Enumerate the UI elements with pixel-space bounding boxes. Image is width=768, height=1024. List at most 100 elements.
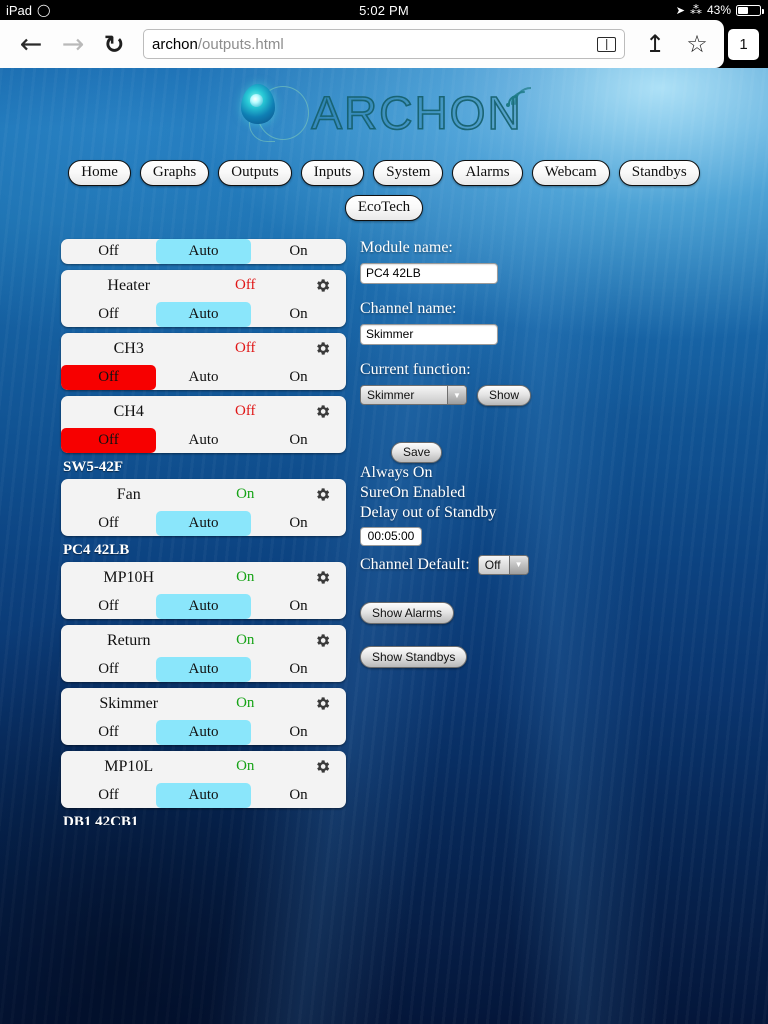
output-mode-off-button[interactable]: Off: [61, 302, 156, 327]
nav-item-inputs[interactable]: Inputs: [300, 160, 365, 186]
save-button[interactable]: Save: [391, 441, 443, 463]
output-mode-auto-button[interactable]: Auto: [156, 510, 251, 536]
primary-nav: Home Graphs Outputs Inputs System Alarms…: [0, 160, 768, 186]
output-mode-on-button[interactable]: On: [251, 720, 346, 745]
nav-item-graphs[interactable]: Graphs: [139, 160, 210, 186]
output-mode-segmented-control: Off Auto On: [61, 301, 346, 327]
output-card: CH4 Off Off Auto On: [61, 395, 346, 453]
output-mode-off-button[interactable]: Off: [61, 511, 156, 536]
nav-item-system[interactable]: System: [373, 160, 444, 186]
forward-arrow-icon[interactable]: →: [52, 24, 94, 64]
output-channel-name: CH4: [113, 402, 144, 420]
output-mode-on-button[interactable]: On: [251, 428, 346, 453]
share-icon[interactable]: ↥: [634, 24, 676, 64]
nav-item-ecotech[interactable]: EcoTech: [344, 194, 424, 221]
output-mode-on-button[interactable]: On: [251, 239, 346, 264]
channel-default-label: Channel Default:: [360, 555, 470, 573]
output-channel-name: Return: [106, 631, 151, 649]
output-group-label: DB1 42CB1: [63, 813, 139, 825]
status-bar-clock: 5:02 PM: [359, 2, 409, 18]
output-mode-auto-button[interactable]: Auto: [156, 238, 251, 264]
output-mode-auto-button[interactable]: Auto: [156, 301, 251, 327]
delay-time-input[interactable]: 00:05:00: [360, 526, 422, 546]
nav-item-alarms[interactable]: Alarms: [452, 160, 523, 186]
output-mode-segmented-control: Off Auto On: [61, 427, 346, 453]
output-channel-name: CH3: [113, 339, 144, 357]
channel-default-select[interactable]: Off ▼: [477, 554, 529, 575]
output-mode-on-button[interactable]: On: [251, 783, 346, 808]
web-page: ARCHON Home Graphs Outputs Inputs System…: [0, 68, 768, 1024]
gear-icon[interactable]: [312, 694, 332, 714]
nav-item-outputs[interactable]: Outputs: [218, 160, 292, 186]
nav-item-home[interactable]: Home: [68, 160, 131, 186]
output-mode-auto-button[interactable]: Auto: [156, 782, 251, 808]
output-mode-on-button[interactable]: On: [251, 365, 346, 390]
output-card-header: Heater Off: [61, 270, 346, 302]
output-mode-segmented-control: Off Auto On: [61, 782, 346, 808]
gear-icon[interactable]: [312, 568, 332, 588]
output-mode-off-button[interactable]: Off: [61, 657, 156, 682]
current-function-select[interactable]: Skimmer ▼: [360, 385, 467, 406]
back-arrow-icon[interactable]: ←: [10, 24, 52, 64]
show-button[interactable]: Show: [477, 384, 532, 406]
chevron-down-icon: ▼: [508, 555, 528, 574]
output-card-header: MP10H On: [61, 562, 346, 594]
output-channel-name: Heater: [107, 276, 151, 294]
ios-status-bar: iPad ◯ 5:02 PM ➤ ⁂ 43%: [0, 0, 768, 20]
output-channel-name: Fan: [116, 485, 141, 503]
gear-icon[interactable]: [312, 276, 332, 296]
browser-toolbar: ← → ↻ archon/outputs.html ↥ ☆ 1: [0, 20, 768, 68]
output-card: Return On Off Auto On: [61, 624, 346, 682]
output-mode-off-button[interactable]: Off: [61, 594, 156, 619]
show-alarms-button[interactable]: Show Alarms: [360, 601, 455, 624]
nav-item-standbys[interactable]: Standbys: [618, 160, 700, 186]
output-card: Heater Off Off Auto On: [61, 269, 346, 327]
output-status-text: Off: [234, 403, 256, 420]
output-status-text: On: [236, 486, 255, 503]
output-channel-name: MP10H: [103, 568, 155, 586]
gear-icon[interactable]: [312, 485, 332, 505]
output-mode-auto-button[interactable]: Auto: [156, 656, 251, 682]
output-card-header: CH3 Off: [61, 333, 346, 365]
channel-default-value: Off: [484, 557, 501, 572]
output-mode-auto-button[interactable]: Auto: [156, 719, 251, 745]
url-text: archon/outputs.html: [152, 36, 284, 53]
site-header: ARCHON: [0, 68, 768, 146]
output-card: Skimmer On Off Auto On: [61, 687, 346, 745]
logo-wordmark: ARCHON: [311, 89, 528, 137]
output-mode-auto-button[interactable]: Auto: [156, 593, 251, 619]
output-card: MP10L On Off Auto On: [61, 750, 346, 808]
output-mode-auto-button[interactable]: Auto: [156, 365, 251, 390]
output-mode-off-button[interactable]: Off: [61, 239, 156, 264]
tab-count-button[interactable]: 1: [728, 29, 759, 60]
address-bar[interactable]: archon/outputs.html: [143, 29, 625, 59]
output-status-text: On: [236, 569, 255, 586]
output-status-text: On: [236, 695, 255, 712]
outputs-list: Off Auto On Heater Off Off Auto On CH3 Off Off Auto…: [0, 238, 347, 825]
secondary-nav: EcoTech: [0, 194, 768, 221]
output-mode-on-button[interactable]: On: [251, 302, 346, 327]
reload-icon[interactable]: ↻: [94, 24, 134, 64]
star-icon[interactable]: ☆: [676, 24, 718, 64]
output-mode-off-button[interactable]: Off: [61, 427, 156, 453]
module-name-input[interactable]: PC4 42LB: [360, 262, 498, 284]
signal-waves-icon: [505, 87, 531, 107]
output-mode-on-button[interactable]: On: [251, 657, 346, 682]
output-status-text: Off: [234, 340, 256, 357]
gear-icon[interactable]: [312, 757, 332, 777]
browser-toolbar-inner: ← → ↻ archon/outputs.html ↥ ☆: [0, 20, 724, 68]
output-mode-off-button[interactable]: Off: [61, 783, 156, 808]
nav-item-webcam[interactable]: Webcam: [531, 160, 610, 186]
channel-name-input[interactable]: Skimmer: [360, 323, 498, 345]
output-mode-off-button[interactable]: Off: [61, 720, 156, 745]
output-mode-on-button[interactable]: On: [251, 594, 346, 619]
output-mode-on-button[interactable]: On: [251, 511, 346, 536]
reader-view-icon[interactable]: [597, 36, 616, 52]
output-mode-auto-button[interactable]: Auto: [156, 428, 251, 453]
gear-icon[interactable]: [312, 339, 332, 359]
show-standbys-button[interactable]: Show Standbys: [360, 645, 468, 668]
gear-icon[interactable]: [312, 402, 332, 422]
location-arrow-icon: ➤: [675, 4, 685, 17]
output-mode-off-button[interactable]: Off: [61, 364, 156, 390]
gear-icon[interactable]: [312, 631, 332, 651]
